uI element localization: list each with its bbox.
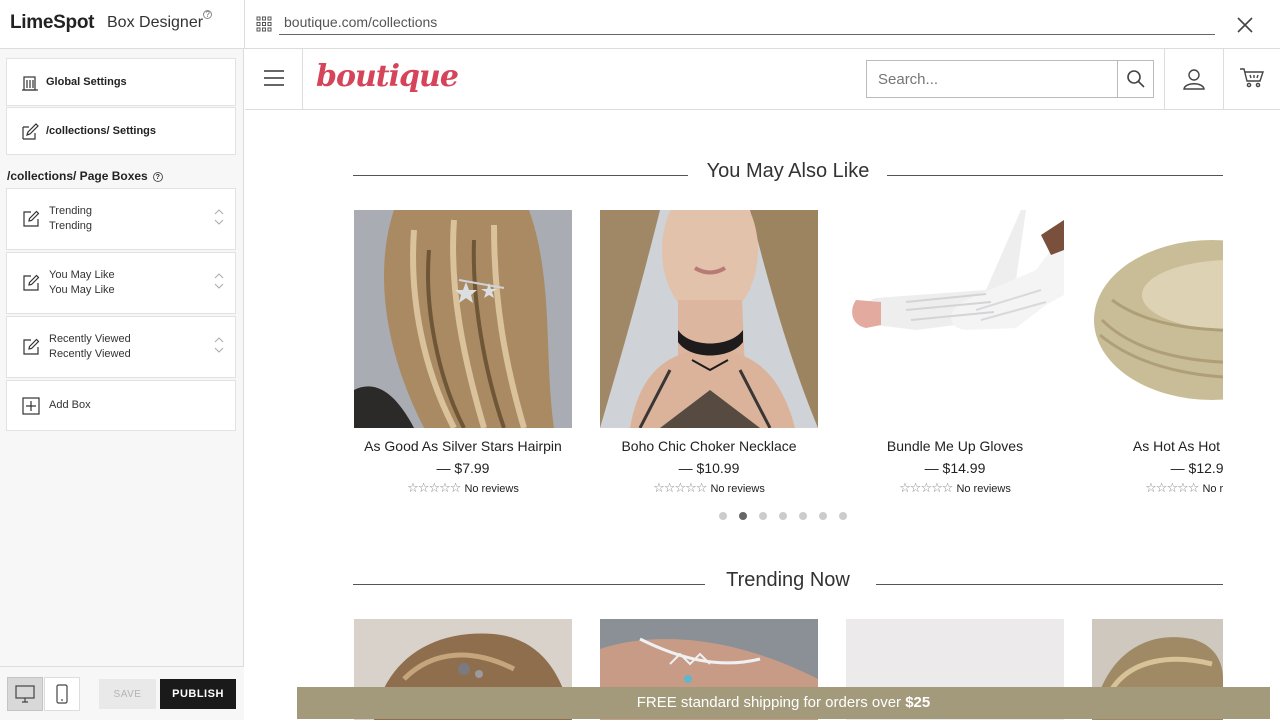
page-settings-button[interactable]: /collections/ Settings (6, 107, 236, 155)
add-box-button[interactable]: Add Box (6, 380, 236, 431)
divider (887, 175, 1223, 176)
shipping-amount: $25 (905, 694, 931, 711)
cart-icon[interactable] (1239, 67, 1265, 89)
product-price: — $7.99 (436, 460, 490, 476)
rating-stars-icon: ☆☆☆☆☆ (899, 480, 953, 495)
choker-image (600, 210, 818, 428)
user-icon[interactable] (1182, 67, 1206, 91)
global-settings-button[interactable]: Global Settings (6, 58, 236, 106)
global-settings-label: Global Settings (46, 76, 127, 88)
edit-settings-icon (22, 123, 39, 140)
product-price: — $14.99 (924, 460, 986, 476)
plus-icon (22, 397, 40, 415)
shipping-banner: FREE standard shipping for orders over $… (297, 687, 1270, 719)
mobile-view-button[interactable] (44, 677, 80, 711)
divider (244, 0, 245, 49)
edit-icon[interactable] (22, 210, 40, 228)
desktop-view-button[interactable] (7, 677, 43, 711)
app-name-label: Box Designer (107, 14, 204, 31)
product-name[interactable]: As Good As Silver Stars Hairpin (354, 438, 572, 454)
product-rating: ☆☆☆☆☆No reviews (600, 480, 818, 496)
search-input[interactable] (867, 61, 1117, 97)
carousel-dot[interactable] (759, 512, 767, 520)
product-name[interactable]: Boho Chic Choker Necklace (600, 438, 818, 454)
box-item-trending[interactable]: Trending Trending (6, 188, 236, 250)
product-image[interactable] (600, 210, 818, 428)
divider (302, 49, 303, 110)
box-title: Recently Viewed (49, 333, 131, 345)
add-box-label: Add Box (49, 399, 91, 411)
app-name: Box Designer ? (107, 10, 213, 32)
hairpin-image (354, 210, 572, 428)
carousel-dots (719, 512, 847, 520)
brand-logo: LimeSpot (10, 12, 95, 33)
shipping-text: FREE standard shipping for orders over (636, 694, 902, 711)
divider (876, 584, 1223, 585)
edit-icon[interactable] (22, 338, 40, 356)
carousel-dot[interactable] (819, 512, 827, 520)
menu-icon[interactable] (263, 69, 285, 87)
building-icon (22, 76, 38, 91)
reviews-label: No reviews (956, 483, 1011, 495)
product-rating: ☆☆☆☆☆No reviews (846, 480, 1064, 496)
carousel-dot[interactable] (799, 512, 807, 520)
gloves-image (846, 210, 1064, 428)
trending-now-header: Trending Now (353, 569, 1223, 599)
sidebar: Global Settings /collections/ Settings /… (0, 49, 244, 720)
help-icon[interactable]: ? (152, 171, 163, 182)
reorder-icon[interactable] (213, 336, 225, 354)
page-boxes-label: /collections/ Page Boxes (7, 169, 148, 183)
reviews-label: No reviews (710, 483, 765, 495)
box-subtitle: Trending (49, 220, 93, 232)
box-item-recently-viewed[interactable]: Recently Viewed Recently Viewed (6, 316, 236, 378)
help-icon[interactable]: ? (203, 10, 213, 19)
search-box (866, 60, 1154, 98)
product-price: — $10.99 (678, 460, 740, 476)
divider (1223, 49, 1224, 110)
carousel-edge-mask (1223, 199, 1280, 499)
rating-stars-icon: ☆☆☆☆☆ (653, 480, 707, 495)
product-name[interactable]: Bundle Me Up Gloves (846, 438, 1064, 454)
box-subtitle: You May Like (49, 284, 115, 296)
sidebar-footer: SAVE PUBLISH (0, 666, 244, 720)
section-title: Trending Now (726, 569, 850, 591)
carousel-dot-active[interactable] (739, 512, 747, 520)
search-button[interactable] (1117, 61, 1154, 97)
divider (1164, 49, 1165, 110)
reviews-label: No reviews (464, 483, 519, 495)
box-title: Trending (49, 205, 93, 217)
carousel-dot[interactable] (839, 512, 847, 520)
box-title: You May Like (49, 269, 115, 281)
carousel-dot[interactable] (719, 512, 727, 520)
reorder-icon[interactable] (213, 208, 225, 226)
store-logo[interactable]: boutique (316, 59, 459, 94)
you-may-also-like-header: You May Also Like (353, 160, 1223, 190)
save-button[interactable]: SAVE (99, 679, 156, 709)
close-icon[interactable] (1234, 14, 1256, 36)
box-subtitle: Recently Viewed (49, 348, 131, 360)
top-bar: LimeSpot Box Designer ? (0, 0, 1280, 49)
product-image[interactable] (354, 210, 572, 428)
product-rating: ☆☆☆☆☆No reviews (354, 480, 572, 496)
store-header: boutique (245, 49, 1280, 110)
page-settings-label: /collections/ Settings (46, 125, 157, 137)
rating-stars-icon: ☆☆☆☆☆ (407, 480, 461, 495)
mobile-icon (56, 684, 68, 704)
url-input[interactable] (279, 10, 1215, 35)
reorder-icon[interactable] (213, 272, 225, 290)
grid-icon[interactable] (256, 16, 272, 32)
product-image[interactable] (846, 210, 1064, 428)
edit-icon[interactable] (22, 274, 40, 292)
store-preview: boutique You May Also Like (245, 49, 1280, 720)
carousel-dot[interactable] (779, 512, 787, 520)
rating-stars-icon: ☆☆☆☆☆ (1145, 480, 1199, 495)
desktop-icon (15, 685, 35, 703)
search-icon (1127, 70, 1145, 88)
section-title: You May Also Like (706, 160, 870, 182)
page-boxes-title: /collections/ Page Boxes? (7, 169, 163, 183)
publish-button[interactable]: PUBLISH (160, 679, 236, 709)
box-item-you-may-like[interactable]: You May Like You May Like (6, 252, 236, 314)
